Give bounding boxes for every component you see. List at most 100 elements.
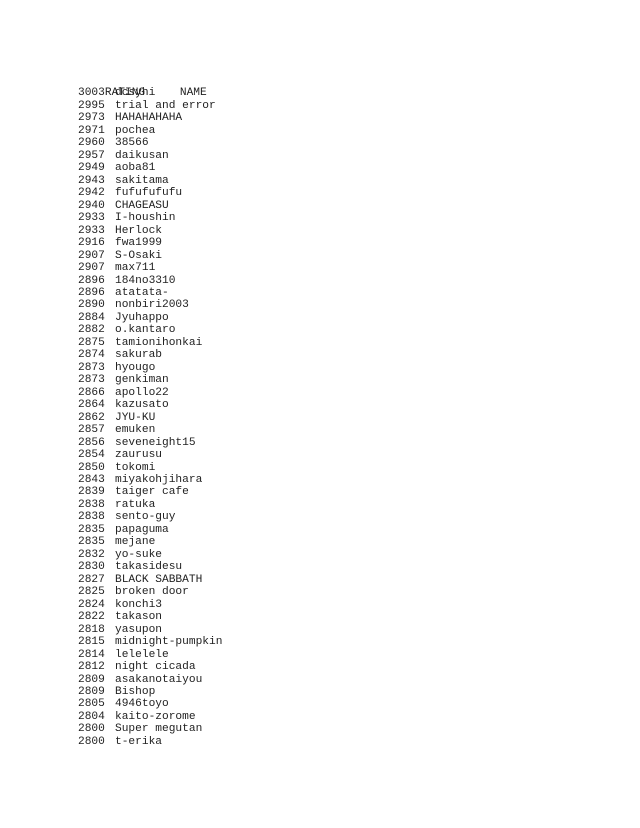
- player-name: CHAGEASU: [115, 199, 169, 212]
- player-name: konchi3: [115, 598, 162, 611]
- list-item: 2873 genkiman: [78, 374, 222, 386]
- rating-value: 2874: [78, 349, 105, 362]
- rating-value: 2873: [78, 361, 105, 374]
- list-item: 2864 kazusato: [78, 399, 222, 411]
- player-name: papaguma: [115, 523, 169, 536]
- player-name: pochea: [115, 124, 156, 137]
- player-name: dcsyhi: [115, 87, 156, 100]
- rating-value: 2943: [78, 174, 105, 187]
- list-item: 2857 emuken: [78, 424, 222, 436]
- rating-value: 2830: [78, 561, 105, 574]
- rating-value: 2907: [78, 262, 105, 275]
- player-name: daikusan: [115, 149, 169, 162]
- list-item: 2933 Herlock: [78, 225, 222, 237]
- list-item: 2943 sakitama: [78, 175, 222, 187]
- list-item: 2814 lelelele: [78, 649, 222, 661]
- rating-value: 2854: [78, 449, 105, 462]
- rating-value: 2896: [78, 286, 105, 299]
- player-name: zaurusu: [115, 449, 162, 462]
- rating-value: 2995: [78, 99, 105, 112]
- player-name: takasidesu: [115, 561, 183, 574]
- player-name: kazusato: [115, 399, 169, 412]
- list-item: 2957 daikusan: [78, 150, 222, 162]
- name-column-header: NAME: [179, 87, 207, 100]
- rating-value: 2933: [78, 212, 105, 225]
- player-name: 184no3310: [115, 274, 176, 287]
- list-item: 2809 Bishop: [78, 686, 222, 698]
- list-item: 2856 seveneight15: [78, 437, 222, 449]
- player-name: sakurab: [115, 349, 162, 362]
- list-item: 2862 JYU-KU: [78, 412, 222, 424]
- list-item: 2940 CHAGEASU: [78, 200, 222, 212]
- player-name: o.kantaro: [115, 324, 176, 337]
- list-item: 2854 zaurusu: [78, 449, 222, 461]
- rating-value: 2942: [78, 187, 105, 200]
- list-item: 2960 38566: [78, 137, 222, 149]
- player-name: atatata-: [115, 286, 169, 299]
- rating-value: 2864: [78, 399, 105, 412]
- rating-value: 2856: [78, 436, 105, 449]
- player-name: ratuka: [115, 498, 156, 511]
- player-name: S-Osaki: [115, 249, 162, 262]
- player-name: taiger cafe: [115, 486, 189, 499]
- list-item: 2804 kaito-zorome: [78, 711, 222, 723]
- list-item: 2843 miyakohjihara: [78, 474, 222, 486]
- rating-value: 2825: [78, 586, 105, 599]
- player-name: JYU-KU: [115, 411, 156, 424]
- rating-value: 2800: [78, 735, 105, 748]
- rating-value: 2804: [78, 710, 105, 723]
- player-name: trial and error: [115, 99, 216, 112]
- player-name: max711: [115, 262, 156, 275]
- list-item: 2850 tokomi: [78, 462, 222, 474]
- list-item: 2812 night cicada: [78, 661, 222, 673]
- player-name: yo-suke: [115, 548, 162, 561]
- player-name: mejane: [115, 536, 156, 549]
- player-name: HAHAHAHAHA: [115, 112, 183, 125]
- list-item: 2800 Super megutan: [78, 723, 222, 735]
- player-name: aoba81: [115, 162, 156, 175]
- player-name: night cicada: [115, 661, 196, 674]
- list-item: 2824 konchi3: [78, 599, 222, 611]
- list-item: 2995 trial and error: [78, 100, 222, 112]
- list-item: 2942 fufufufufu: [78, 187, 222, 199]
- player-name: Jyuhappo: [115, 311, 169, 324]
- player-name: apollo22: [115, 386, 169, 399]
- list-item: 2839 taiger cafe: [78, 486, 222, 498]
- list-item: 2815 midnight-pumpkin: [78, 636, 222, 648]
- player-name: BLACK SABBATH: [115, 573, 203, 586]
- player-name: fwa1999: [115, 237, 162, 250]
- list-item: 2800 t-erika: [78, 736, 222, 748]
- player-name: tokomi: [115, 461, 156, 474]
- rating-value: 2809: [78, 685, 105, 698]
- list-item: 2874 sakurab: [78, 349, 222, 361]
- list-item: 2973 HAHAHAHAHA: [78, 112, 222, 124]
- rating-value: 2971: [78, 124, 105, 137]
- list-item: 2838 sento-guy: [78, 511, 222, 523]
- list-rows: 3003 dcsyhi 2995 trial and error 2973 HAHAHAH…: [78, 87, 222, 748]
- rating-value: 2800: [78, 723, 105, 736]
- rating-value: 2896: [78, 274, 105, 287]
- player-name: fufufufufu: [115, 187, 183, 200]
- player-name: genkiman: [115, 374, 169, 387]
- player-name: t-erika: [115, 735, 162, 748]
- player-name: Herlock: [115, 224, 162, 237]
- rating-value: 2850: [78, 461, 105, 474]
- rating-value: 2838: [78, 498, 105, 511]
- list-item: 2873 hyougo: [78, 362, 222, 374]
- rating-value: 2814: [78, 648, 105, 661]
- rating-value: 2949: [78, 162, 105, 175]
- rating-value: 2907: [78, 249, 105, 262]
- player-name: lelelele: [115, 648, 169, 661]
- player-name: nonbiri2003: [115, 299, 189, 312]
- player-name: 4946toyo: [115, 698, 169, 711]
- list-item: 2830 takasidesu: [78, 561, 222, 573]
- player-name: seveneight15: [115, 436, 196, 449]
- player-name: Bishop: [115, 685, 156, 698]
- rating-value: 2973: [78, 112, 105, 125]
- player-name: yasupon: [115, 623, 162, 636]
- rating-value: 2843: [78, 474, 105, 486]
- player-name: asakanotaiyou: [115, 673, 203, 686]
- player-name: broken door: [115, 586, 189, 599]
- list-item: 2971 pochea: [78, 125, 222, 137]
- list-item: 2805 4946toyo: [78, 698, 222, 710]
